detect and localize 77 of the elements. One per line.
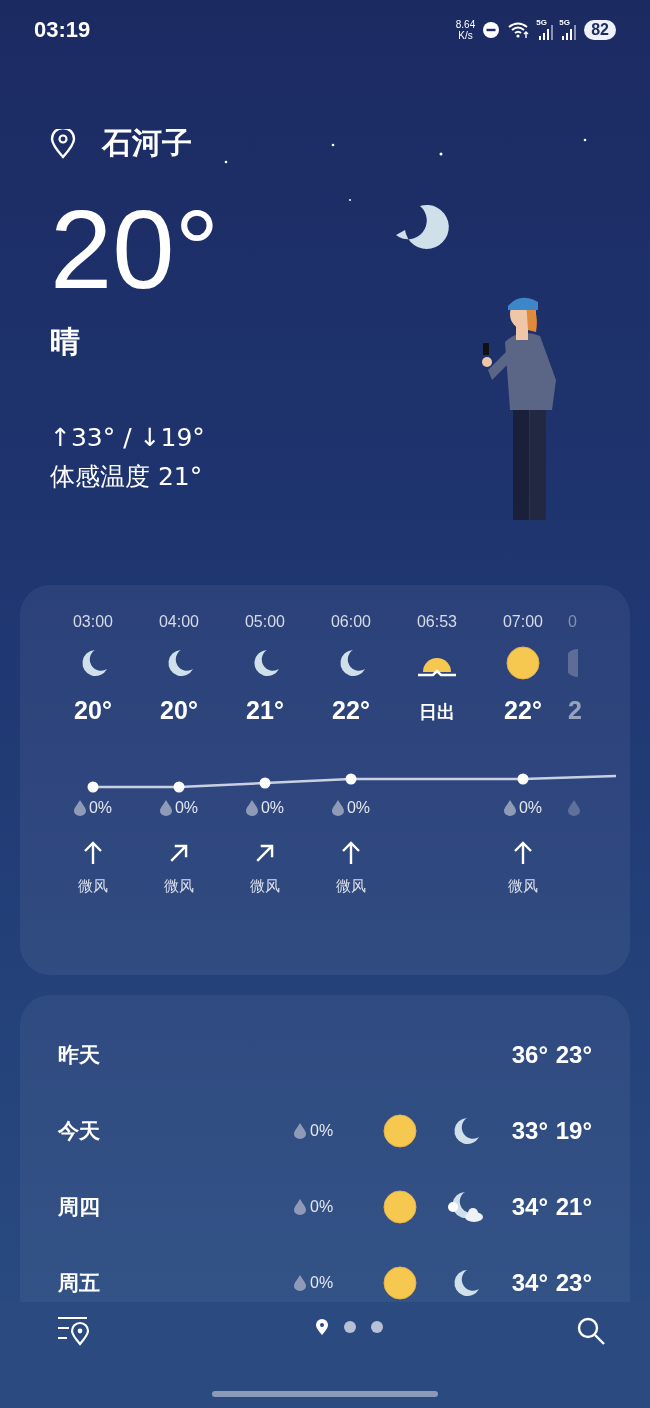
- daily-forecast-row[interactable]: 周五 0% 34° 23°: [58, 1265, 592, 1301]
- daily-forecast-row[interactable]: 昨天 36° 23°: [58, 1037, 592, 1073]
- raindrop-icon: [568, 800, 580, 816]
- high-temperature: 36°: [510, 1041, 548, 1069]
- precipitation-chance: 0%: [346, 799, 371, 817]
- hour-temperature: 日出: [419, 700, 455, 724]
- sun-icon: [506, 646, 540, 680]
- status-time: 03:19: [34, 17, 91, 43]
- high-temperature: 34°: [510, 1193, 548, 1221]
- precipitation-chance: 0%: [518, 799, 543, 817]
- hour-temperature: 22°: [504, 696, 542, 725]
- raindrop-icon: [294, 1199, 306, 1215]
- moon-cloud-icon: [445, 1190, 485, 1224]
- search-icon[interactable]: [576, 1316, 606, 1346]
- precipitation-chance: 0%: [260, 799, 285, 817]
- precipitation-chance: 0%: [310, 1274, 334, 1292]
- location-list-icon[interactable]: [57, 1316, 91, 1346]
- precipitation-chance: 0%: [174, 799, 199, 817]
- location-pin-icon: [50, 128, 76, 159]
- hour-temperature: 22°: [332, 696, 370, 725]
- signal-icon: [538, 24, 555, 40]
- hour-time: 03:00: [72, 613, 113, 631]
- hour-time: 0: [568, 613, 577, 631]
- wind-level: 微风: [336, 877, 366, 895]
- weather-icon: [568, 648, 578, 678]
- battery-level: 82: [584, 20, 616, 40]
- low-temperature: 23°: [554, 1041, 592, 1069]
- hour-time: 04:00: [158, 613, 199, 631]
- network-type-label: 5G: [536, 18, 547, 27]
- network-speed: 8.64 K/s: [455, 19, 476, 41]
- wind-level: 微风: [508, 877, 538, 895]
- raindrop-icon: [245, 800, 258, 816]
- sun-icon: [383, 1190, 417, 1224]
- page-indicator[interactable]: [314, 1318, 329, 1336]
- high-low-temperature: ↑33° / ↓19°: [50, 423, 206, 452]
- daily-forecast-row[interactable]: 今天 0% 33° 19°: [58, 1113, 592, 1149]
- hour-time: 07:00: [502, 613, 543, 631]
- feels-like-temperature: 体感温度 21°: [50, 461, 204, 493]
- precipitation-chance: 0%: [310, 1122, 334, 1140]
- precipitation-chance: 0%: [88, 799, 113, 817]
- low-temperature: 19°: [554, 1117, 592, 1145]
- wind-level: 微风: [250, 877, 280, 895]
- hour-temperature: 20°: [74, 696, 112, 725]
- weather-condition: 晴: [50, 323, 81, 361]
- hour-time: 05:00: [244, 613, 285, 631]
- low-temperature: 23°: [554, 1269, 592, 1297]
- precipitation-chance: 0%: [310, 1198, 334, 1216]
- hour-time: 06:00: [330, 613, 371, 631]
- page-indicator[interactable]: [343, 1321, 356, 1333]
- high-temperature: 34°: [510, 1269, 548, 1297]
- raindrop-icon: [294, 1275, 306, 1291]
- daily-forecast-row[interactable]: 周四 0% 34° 21°: [58, 1189, 592, 1225]
- wind-level: 微风: [78, 877, 108, 895]
- raindrop-icon: [73, 800, 86, 816]
- raindrop-icon: [331, 800, 344, 816]
- raindrop-icon: [159, 800, 172, 816]
- day-name: 周五: [58, 1270, 101, 1297]
- day-name: 今天: [58, 1118, 101, 1145]
- sun-icon: [383, 1114, 417, 1148]
- signal-icon: [561, 24, 578, 40]
- do-not-disturb-icon: [482, 21, 501, 39]
- city-name: 石河子: [102, 124, 192, 162]
- sun-icon: [383, 1266, 417, 1300]
- hour-time: 06:53: [416, 613, 457, 631]
- raindrop-icon: [294, 1123, 306, 1139]
- wind-level: 微风: [164, 877, 194, 895]
- raindrop-icon: [503, 800, 516, 816]
- hour-temperature: 21°: [246, 696, 284, 725]
- hour-temperature: 2: [568, 696, 582, 725]
- low-temperature: 21°: [554, 1193, 592, 1221]
- high-temperature: 33°: [510, 1117, 548, 1145]
- current-temperature: 20°: [50, 190, 221, 310]
- network-type-label: 5G: [559, 18, 570, 27]
- page-indicator[interactable]: [370, 1321, 383, 1333]
- day-name: 昨天: [58, 1042, 101, 1069]
- hour-temperature: 20°: [160, 696, 198, 725]
- day-name: 周四: [58, 1194, 101, 1221]
